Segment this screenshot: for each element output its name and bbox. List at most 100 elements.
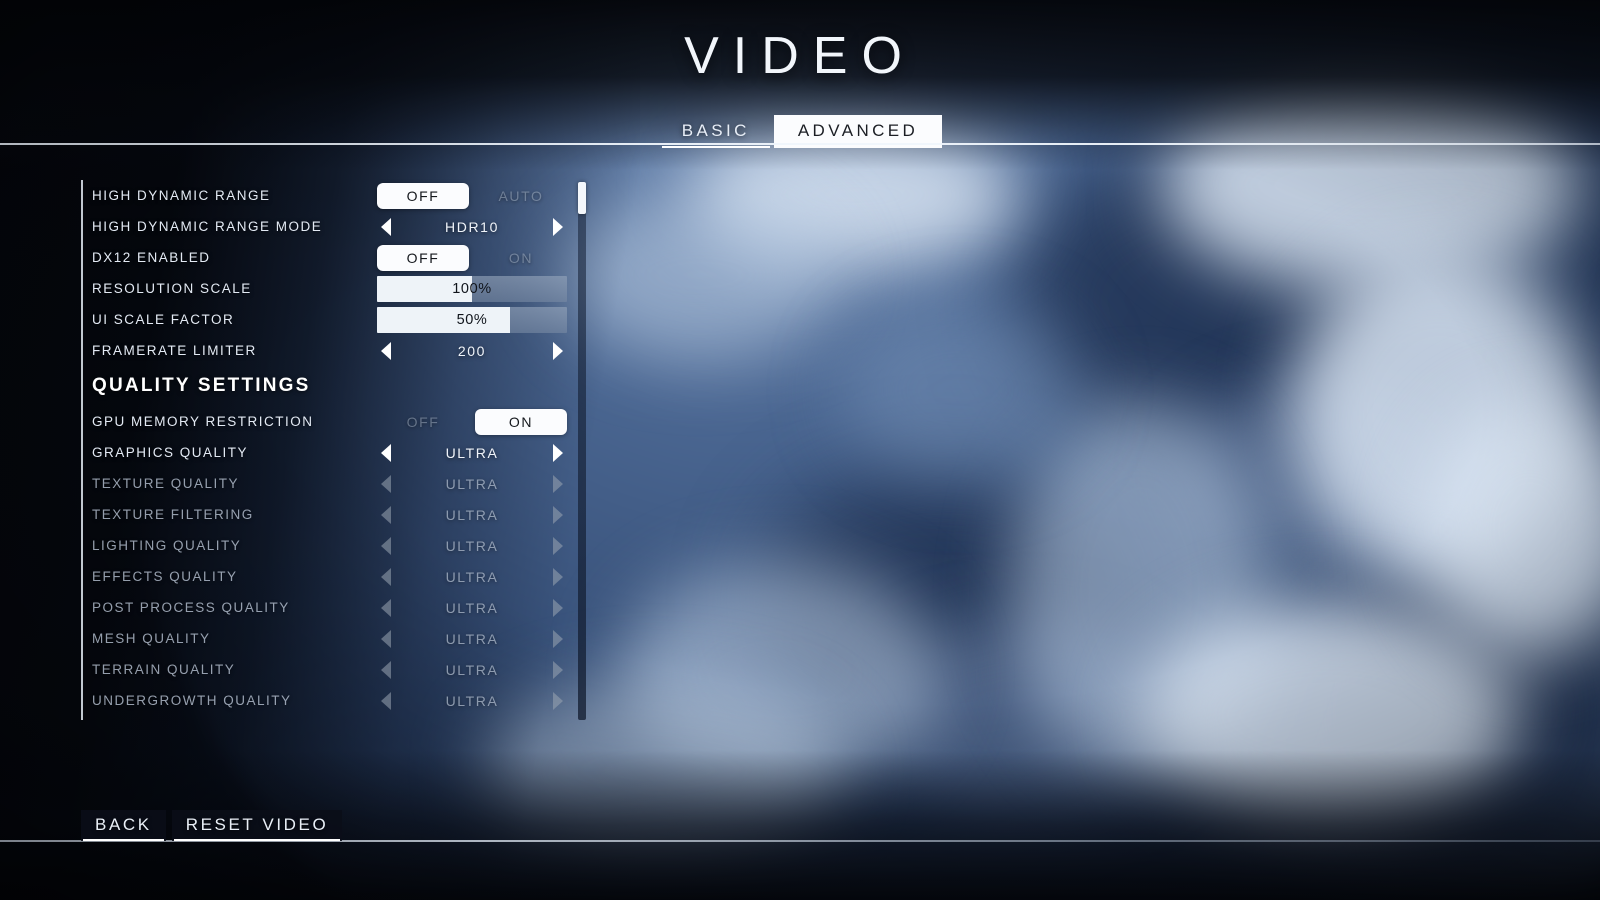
setting-label: GPU MEMORY RESTRICTION [92, 414, 314, 429]
setting-label: HIGH DYNAMIC RANGE [92, 188, 271, 203]
setting-row-texture-filtering[interactable]: TEXTURE FILTERING ULTRA [81, 499, 589, 530]
chevron-right-icon[interactable] [547, 566, 567, 588]
settings-list: HIGH DYNAMIC RANGE OFF AUTO HIGH DYNAMIC RA… [81, 180, 589, 716]
stepper-value: ULTRA [445, 506, 499, 523]
setting-row-gpu-memory-restriction[interactable]: GPU MEMORY RESTRICTION OFF ON [81, 406, 589, 437]
stepper-value: ULTRA [445, 444, 499, 461]
scrollbar-thumb[interactable] [578, 182, 586, 215]
stepper-lighting-quality[interactable]: ULTRA [377, 530, 567, 561]
section-header-quality-settings: QUALITY SETTINGS [81, 366, 589, 406]
chevron-right-icon[interactable] [547, 340, 567, 362]
chevron-right-icon[interactable] [547, 442, 567, 464]
setting-row-resolution-scale[interactable]: RESOLUTION SCALE 100% [81, 273, 589, 304]
chevron-left-icon[interactable] [377, 340, 397, 362]
chevron-left-icon[interactable] [377, 659, 397, 681]
slider-track[interactable]: 100% [377, 275, 567, 302]
chevron-left-icon[interactable] [377, 504, 397, 526]
stepper-post-process-quality[interactable]: ULTRA [377, 592, 567, 623]
stepper-value: ULTRA [445, 537, 499, 554]
chevron-left-icon[interactable] [377, 628, 397, 650]
stepper-value: 200 [457, 342, 487, 359]
chevron-right-icon[interactable] [547, 597, 567, 619]
setting-label: HIGH DYNAMIC RANGE MODE [92, 219, 323, 234]
stepper-texture-quality[interactable]: ULTRA [377, 468, 567, 499]
setting-row-dx12-enabled[interactable]: DX12 ENABLED OFF ON [81, 242, 589, 273]
setting-label: FRAMERATE LIMITER [92, 343, 257, 358]
stepper-value: ULTRA [445, 599, 499, 616]
stepper-undergrowth-quality[interactable]: ULTRA [377, 685, 567, 716]
setting-label: TEXTURE FILTERING [92, 507, 254, 522]
setting-row-effects-quality[interactable]: EFFECTS QUALITY ULTRA [81, 561, 589, 592]
toggle-option-off[interactable]: OFF [377, 182, 469, 209]
setting-row-post-process-quality[interactable]: POST PROCESS QUALITY ULTRA [81, 592, 589, 623]
setting-row-lighting-quality[interactable]: LIGHTING QUALITY ULTRA [81, 530, 589, 561]
chevron-left-icon[interactable] [377, 690, 397, 712]
chevron-right-icon[interactable] [547, 535, 567, 557]
setting-row-undergrowth-quality[interactable]: UNDERGROWTH QUALITY ULTRA [81, 685, 589, 716]
setting-label: UI SCALE FACTOR [92, 312, 235, 327]
setting-row-ui-scale-factor[interactable]: UI SCALE FACTOR 50% [81, 304, 589, 335]
stepper-texture-filtering[interactable]: ULTRA [377, 499, 567, 530]
toggle-option-on[interactable]: ON [475, 408, 567, 435]
chevron-right-icon[interactable] [547, 473, 567, 495]
toggle-dx12-enabled[interactable]: OFF ON [377, 242, 567, 273]
slider-resolution-scale[interactable]: 100% [377, 273, 567, 304]
chevron-left-icon[interactable] [377, 597, 397, 619]
chevron-right-icon[interactable] [547, 216, 567, 238]
page-title: VIDEO [684, 27, 916, 85]
setting-label: MESH QUALITY [92, 631, 211, 646]
chevron-left-icon[interactable] [377, 535, 397, 557]
setting-row-framerate-limiter[interactable]: FRAMERATE LIMITER 200 [81, 335, 589, 366]
stepper-value: ULTRA [445, 630, 499, 647]
setting-label: DX12 ENABLED [92, 250, 211, 265]
stepper-value: ULTRA [445, 692, 499, 709]
toggle-gpu-memory-restriction[interactable]: OFF ON [377, 406, 567, 437]
chevron-right-icon[interactable] [547, 504, 567, 526]
stepper-effects-quality[interactable]: ULTRA [377, 561, 567, 592]
stepper-high-dynamic-range-mode[interactable]: HDR10 [377, 211, 567, 242]
setting-label: RESOLUTION SCALE [92, 281, 252, 296]
section-title: QUALITY SETTINGS [92, 375, 311, 396]
chevron-left-icon[interactable] [377, 566, 397, 588]
chevron-right-icon[interactable] [547, 628, 567, 650]
chevron-left-icon[interactable] [377, 442, 397, 464]
reset-video-button[interactable]: RESET VIDEO [171, 810, 343, 841]
footer-button-group: BACK RESET VIDEO [81, 810, 343, 841]
setting-row-texture-quality[interactable]: TEXTURE QUALITY ULTRA [81, 468, 589, 499]
toggle-option-off[interactable]: OFF [377, 409, 469, 435]
slider-track[interactable]: 50% [377, 306, 567, 333]
chevron-left-icon[interactable] [377, 216, 397, 238]
setting-row-terrain-quality[interactable]: TERRAIN QUALITY ULTRA [81, 654, 589, 685]
settings-scrollbar[interactable] [578, 182, 586, 720]
toggle-high-dynamic-range[interactable]: OFF AUTO [377, 180, 567, 211]
setting-row-graphics-quality[interactable]: GRAPHICS QUALITY ULTRA [81, 437, 589, 468]
stepper-value: HDR10 [445, 218, 499, 235]
slider-value: 100% [452, 280, 492, 297]
stepper-graphics-quality[interactable]: ULTRA [377, 437, 567, 468]
setting-row-high-dynamic-range[interactable]: HIGH DYNAMIC RANGE OFF AUTO [81, 180, 589, 211]
settings-panel: HIGH DYNAMIC RANGE OFF AUTO HIGH DYNAMIC RA… [81, 180, 589, 720]
stepper-value: ULTRA [445, 475, 499, 492]
stepper-framerate-limiter[interactable]: 200 [377, 335, 567, 366]
back-button[interactable]: BACK [81, 810, 166, 841]
setting-row-high-dynamic-range-mode[interactable]: HIGH DYNAMIC RANGE MODE HDR10 [81, 211, 589, 242]
setting-label: UNDERGROWTH QUALITY [92, 693, 292, 708]
chevron-right-icon[interactable] [547, 659, 567, 681]
setting-label: TERRAIN QUALITY [92, 662, 236, 677]
slider-ui-scale-factor[interactable]: 50% [377, 304, 567, 335]
setting-label: TEXTURE QUALITY [92, 476, 240, 491]
toggle-option-off[interactable]: OFF [377, 244, 469, 271]
setting-label: POST PROCESS QUALITY [92, 600, 290, 615]
toggle-option-on[interactable]: ON [475, 245, 567, 271]
stepper-mesh-quality[interactable]: ULTRA [377, 623, 567, 654]
chevron-left-icon[interactable] [377, 473, 397, 495]
toggle-option-auto[interactable]: AUTO [475, 183, 567, 209]
stepper-value: ULTRA [445, 568, 499, 585]
setting-label: LIGHTING QUALITY [92, 538, 242, 553]
header-divider [0, 143, 1600, 145]
setting-label: GRAPHICS QUALITY [92, 445, 249, 460]
setting-row-mesh-quality[interactable]: MESH QUALITY ULTRA [81, 623, 589, 654]
chevron-right-icon[interactable] [547, 690, 567, 712]
slider-value: 50% [456, 311, 488, 328]
stepper-terrain-quality[interactable]: ULTRA [377, 654, 567, 685]
